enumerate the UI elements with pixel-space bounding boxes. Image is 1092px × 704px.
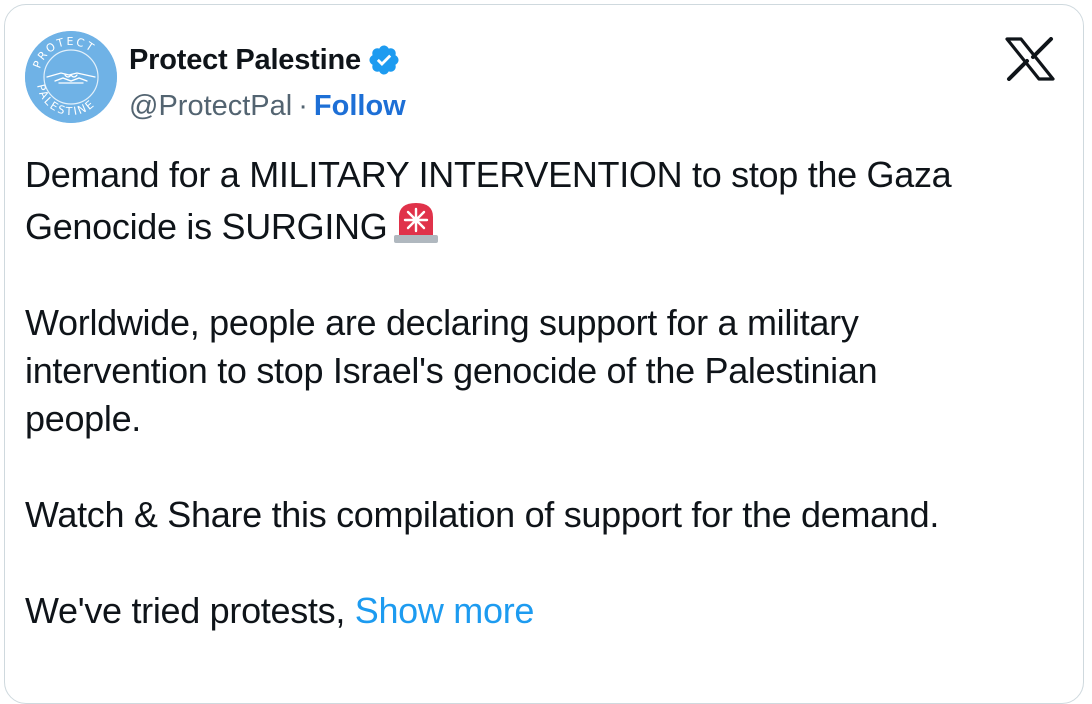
separator-dot: · [298,89,308,122]
tweet-line-text: We've tried protests, [25,590,346,631]
tweet-line: Watch & Share this compilation of suppor… [25,494,940,535]
verified-badge-icon [367,43,401,77]
x-logo-icon[interactable] [1005,37,1055,81]
tweet-line: We've tried protests, Show more [25,587,1065,635]
tweet-text: Demand for a MILITARY INTERVENTION to st… [25,151,1065,635]
avatar[interactable]: PROTECT PALESTINE [25,31,117,123]
tweet-line: Demand for a MILITARY INTERVENTION to st… [25,154,952,195]
author-display-name[interactable]: Protect Palestine [129,44,361,77]
author-handle[interactable]: @ProtectPal [129,90,292,123]
follow-button[interactable]: Follow [314,90,406,123]
rotating-light-icon [391,199,441,245]
tweet-line: intervention to stop Israel's genocide o… [25,350,878,391]
tweet-line-text: Genocide is SURGING [25,206,388,247]
tweet-line: people. [25,398,142,439]
show-more-link[interactable]: Show more [355,590,535,631]
tweet-line: Genocide is SURGING [25,199,1065,251]
tweet-line: Worldwide, people are declaring support … [25,302,859,343]
tweet-card[interactable]: PROTECT PALESTINE Protect Palestine @Pro… [4,4,1084,704]
